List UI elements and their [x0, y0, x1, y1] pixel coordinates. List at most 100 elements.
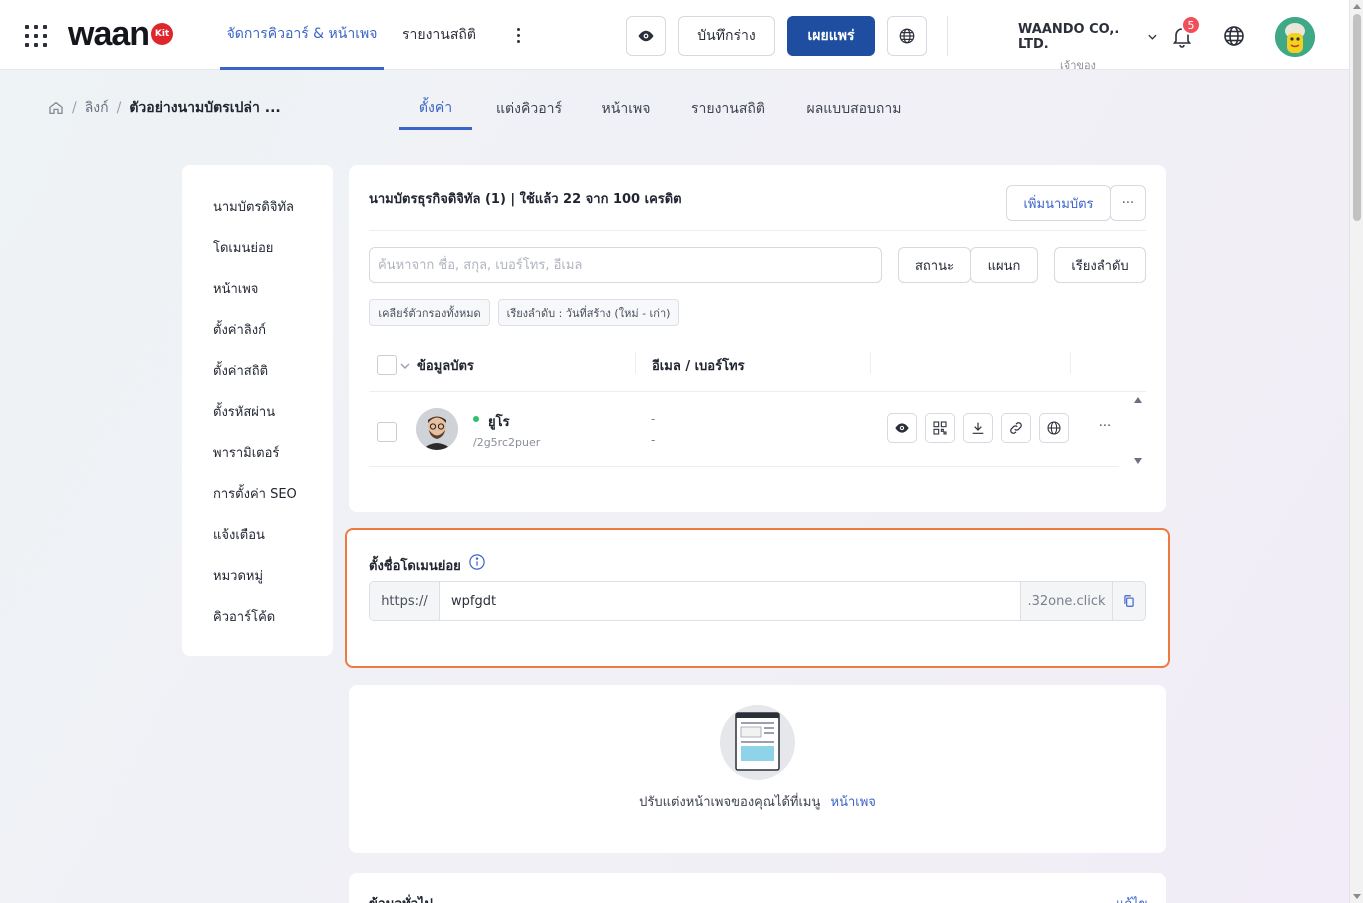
download-icon [972, 422, 984, 434]
select-all-checkbox[interactable] [377, 355, 397, 375]
column-header-email-phone: อีเมล / เบอร์โทร [652, 359, 745, 374]
filter-status-button[interactable]: สถานะ [898, 247, 971, 283]
row-download-button[interactable] [963, 413, 993, 443]
clear-filters-chip[interactable]: เคลียร์ตัวกรองทั้งหมด [369, 299, 490, 326]
card-phone: - [651, 433, 656, 447]
page-scrollbar[interactable] [1349, 0, 1363, 903]
general-info-edit-link[interactable]: แก้ไข [1116, 893, 1148, 903]
side-item-page[interactable]: หน้าเพจ [213, 278, 258, 299]
row-more-button[interactable]: ··· [1092, 419, 1118, 439]
eye-icon [638, 30, 654, 42]
add-card-button[interactable]: เพิ่มนามบัตร [1006, 185, 1111, 221]
cards-more-button[interactable]: ··· [1110, 185, 1146, 221]
user-avatar[interactable] [1275, 17, 1315, 57]
subdomain-title: ตั้งชื่อโดเมนย่อย [369, 559, 461, 574]
notification-badge: 5 [1181, 15, 1201, 35]
page-card-link[interactable]: หน้าเพจ [831, 795, 876, 810]
tab-survey-results[interactable]: ผลแบบสอบถาม [798, 88, 910, 130]
cards-panel-title: นามบัตรธุรกิจดิจิทัล (1) | ใช้แล้ว 22 จา… [369, 192, 682, 207]
divider [369, 230, 1146, 231]
row-qr-button[interactable] [925, 413, 955, 443]
header-divider [947, 16, 948, 56]
avatar-image [1275, 17, 1315, 57]
apps-grid-icon[interactable] [25, 25, 47, 47]
url-suffix: .32one.click [1020, 582, 1112, 620]
card-email: - [651, 412, 656, 426]
public-page-button[interactable] [887, 16, 927, 56]
home-icon[interactable] [48, 100, 64, 116]
url-prefix: https:// [370, 582, 440, 620]
scroll-thumb[interactable] [1353, 14, 1361, 221]
breadcrumb-current: ตัวอย่างนามบัตรเปล่า ... [129, 100, 281, 116]
card-slug[interactable]: /2g5rc2puer [473, 436, 540, 449]
sort-chip[interactable]: เรียงลำดับ : วันที่สร้าง (ใหม่ - เก่า) [498, 299, 679, 326]
page-illustration [720, 705, 795, 780]
language-globe-icon[interactable] [1222, 24, 1246, 48]
page-card-text-row: ปรับแต่งหน้าเพจของคุณได้ที่เมนู หน้าเพจ [349, 791, 1166, 812]
tab-statistics[interactable]: รายงานสถิติ [685, 88, 771, 130]
column-divider [870, 352, 871, 374]
subdomain-input[interactable] [440, 582, 1020, 620]
filter-department-button[interactable]: แผนก [970, 247, 1038, 283]
copy-icon [1124, 595, 1134, 607]
row-link-button[interactable] [1001, 413, 1031, 443]
side-item-notifications[interactable]: แจ้งเตือน [213, 524, 265, 545]
scroll-up-arrow[interactable] [1353, 4, 1361, 9]
column-divider [635, 352, 636, 374]
settings-side-menu: นามบัตรดิจิทัล โดเมนย่อย หน้าเพจ ตั้งค่า… [182, 165, 333, 656]
top-bar: waan Kit จัดการคิวอาร์ & หน้าเพจ รายงานส… [0, 0, 1349, 72]
side-item-subdomain[interactable]: โดเมนย่อย [213, 237, 273, 258]
row-checkbox[interactable] [377, 422, 397, 442]
nav-tab-statistics[interactable]: รายงานสถิติ [392, 0, 486, 70]
general-info-card [349, 873, 1166, 903]
side-item-categories[interactable]: หมวดหมู่ [213, 565, 263, 586]
breadcrumb-links[interactable]: ลิงก์ [85, 97, 109, 119]
sort-button[interactable]: เรียงลำดับ [1054, 247, 1146, 283]
tab-settings[interactable]: ตั้งค่า [399, 88, 472, 130]
side-item-seo[interactable]: การตั้งค่า SEO [213, 483, 297, 504]
table-scroll-down-icon[interactable] [1133, 457, 1143, 465]
card-search-input[interactable] [369, 247, 882, 283]
logo-badge: Kit [151, 23, 174, 45]
table-scroll-up-icon[interactable] [1133, 396, 1143, 404]
side-item-stat-settings[interactable]: ตั้งค่าสถิติ [213, 360, 268, 381]
breadcrumb-separator: / [116, 100, 122, 116]
column-header-card-info: ข้อมูลบัตร [417, 359, 474, 374]
more-menu-icon[interactable] [510, 24, 526, 48]
table-header-divider [369, 391, 1146, 392]
preview-button[interactable] [626, 16, 666, 56]
company-name: WAANDO CO,. LTD. [1018, 22, 1120, 52]
select-dropdown-chevron-icon[interactable] [400, 361, 410, 371]
company-switcher[interactable]: WAANDO CO,. LTD. เจ้าของ [1018, 22, 1158, 74]
app-logo[interactable]: waan Kit [68, 14, 174, 53]
globe-icon [1047, 421, 1061, 435]
side-item-qr-code[interactable]: คิวอาร์โค้ด [213, 606, 275, 627]
side-item-parameters[interactable]: พารามิเตอร์ [213, 442, 279, 463]
nav-tab-manage-qr[interactable]: จัดการคิวอาร์ & หน้าเพจ [220, 0, 384, 70]
copy-url-button[interactable] [1112, 582, 1145, 620]
breadcrumb-separator: / [72, 100, 77, 116]
globe-icon [899, 28, 915, 44]
chevron-down-icon [1148, 34, 1157, 40]
eye-icon [895, 423, 909, 433]
tab-page[interactable]: หน้าเพจ [594, 88, 658, 130]
company-name-row: WAANDO CO,. LTD. [1018, 22, 1158, 52]
save-draft-button[interactable]: บันทึกร่าง [678, 16, 775, 56]
card-avatar [416, 408, 458, 450]
row-preview-button[interactable] [887, 413, 917, 443]
qr-code-icon [933, 421, 947, 435]
subdomain-input-group: https:// .32one.click [369, 581, 1146, 621]
side-item-link-settings[interactable]: ตั้งค่าลิงก์ [213, 319, 266, 340]
breadcrumb: / ลิงก์ / ตัวอย่างนามบัตรเปล่า ... [48, 96, 281, 120]
info-icon[interactable] [468, 553, 486, 571]
publish-button[interactable]: เผยแพร่ [787, 16, 875, 56]
general-info-title: ข้อมูลทั่วไป [369, 893, 433, 903]
tab-qr-design[interactable]: แต่งคิวอาร์ [490, 88, 568, 130]
side-item-digital-card[interactable]: นามบัตรดิจิทัล [213, 196, 294, 217]
column-divider [1070, 352, 1071, 374]
card-name[interactable]: ยูโร [488, 411, 510, 432]
side-item-password[interactable]: ตั้งรหัสผ่าน [213, 401, 275, 422]
row-globe-button[interactable] [1039, 413, 1069, 443]
scroll-down-arrow[interactable] [1353, 894, 1361, 899]
logo-text: waan [68, 14, 150, 53]
